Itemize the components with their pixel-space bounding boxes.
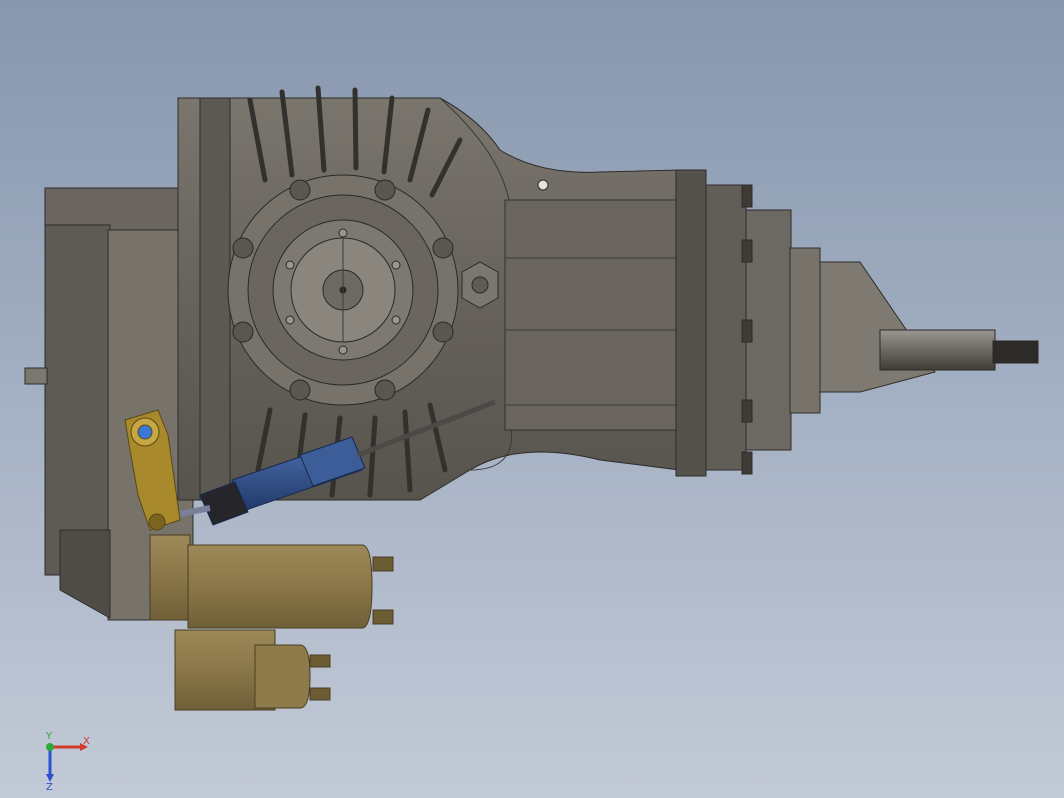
x-axis-label: X bbox=[83, 736, 90, 747]
cad-viewport[interactable]: X Y Z bbox=[0, 0, 1064, 798]
starter-motor[interactable] bbox=[149, 534, 394, 711]
rear-cover[interactable] bbox=[675, 169, 936, 477]
output-shaft[interactable] bbox=[879, 329, 1039, 371]
z-axis-label: Z bbox=[46, 782, 53, 790]
axis-triad-icon: X Y Z bbox=[45, 731, 90, 790]
y-axis-label: Y bbox=[45, 731, 53, 742]
gearbox-model[interactable] bbox=[0, 0, 1064, 798]
